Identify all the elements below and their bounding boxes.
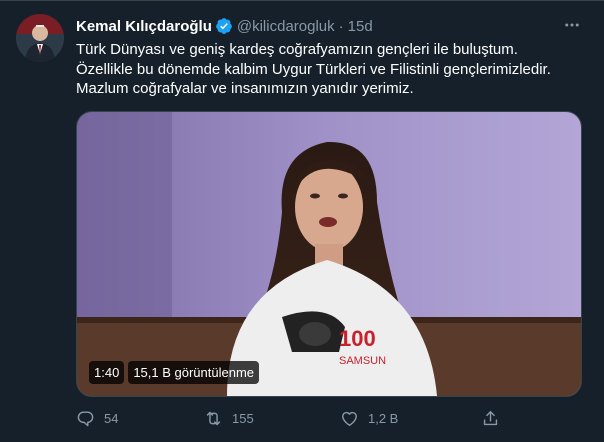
reply-count: 54 bbox=[104, 410, 119, 426]
action-bar: 54 155 1,2 B bbox=[76, 407, 506, 429]
share-button[interactable] bbox=[481, 407, 500, 429]
retweet-button[interactable]: 155 bbox=[204, 407, 254, 429]
retweet-icon bbox=[206, 411, 221, 425]
video-player[interactable]: 100 SAMSUN 1:40 15,1 B görüntülenme bbox=[76, 111, 582, 397]
tweet-text-line: Mazlum coğrafyalar ve insanımızın yanıdı… bbox=[76, 80, 414, 97]
like-button[interactable]: 1,2 B bbox=[340, 407, 398, 429]
video-views: 15,1 B görüntülenme bbox=[128, 361, 260, 384]
more-icon[interactable] bbox=[562, 15, 582, 35]
video-duration: 1:40 bbox=[89, 361, 125, 384]
reply-button[interactable]: 54 bbox=[76, 407, 118, 429]
share-icon bbox=[483, 410, 498, 425]
like-count: 1,2 B bbox=[368, 410, 399, 426]
retweet-count: 155 bbox=[232, 410, 254, 426]
author-name[interactable]: Kemal Kılıçdaroğlu bbox=[76, 18, 212, 35]
author-handle[interactable]: @kilicdarogluk bbox=[237, 18, 335, 35]
video-overlay: 1:40 15,1 B görüntülenme bbox=[89, 361, 260, 384]
tweet-text: Türk Dünyası ve geniş kardeş coğrafyamız… bbox=[76, 40, 586, 99]
avatar[interactable] bbox=[16, 14, 64, 62]
video-frame: 100 SAMSUN bbox=[77, 112, 581, 396]
separator-dot: · bbox=[338, 17, 344, 35]
shirt-number: 100 bbox=[339, 326, 376, 351]
tweet-text-line: Türk Dünyası ve geniş kardeş coğrafyamız… bbox=[76, 41, 518, 58]
avatar-image bbox=[16, 14, 64, 62]
tweet-header: Kemal Kılıçdaroğlu @kilicdarogluk · 15d bbox=[76, 16, 373, 36]
verified-badge-icon bbox=[215, 17, 233, 35]
tweet-timestamp[interactable]: 15d bbox=[348, 18, 373, 35]
tweet[interactable]: Kemal Kılıçdaroğlu @kilicdarogluk · 15d … bbox=[0, 0, 604, 442]
heart-icon bbox=[342, 411, 357, 426]
tweet-text-line: Özellikle bu dönemde kalbim Uygur Türkle… bbox=[76, 60, 551, 78]
reply-icon bbox=[77, 410, 94, 426]
shirt-text: SAMSUN bbox=[339, 355, 386, 367]
